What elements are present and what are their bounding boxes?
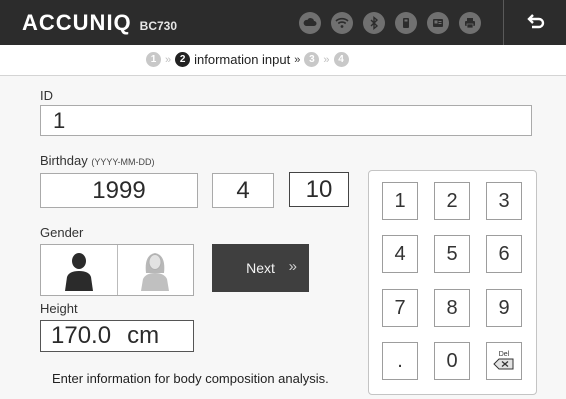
female-icon — [141, 253, 170, 291]
key-2[interactable]: 2 — [434, 182, 470, 220]
key-3[interactable]: 3 — [486, 182, 522, 220]
key-0[interactable]: 0 — [434, 342, 470, 380]
back-arrow-icon — [527, 13, 545, 28]
app-window: ACCUNIQ BC730 1 » 2 information input » … — [0, 0, 566, 399]
next-button[interactable]: Next » — [212, 244, 309, 292]
instruction-text: Enter information for body composition a… — [52, 371, 329, 386]
key-4[interactable]: 4 — [382, 235, 418, 273]
birthday-label-text: Birthday — [40, 153, 88, 168]
key-5[interactable]: 5 — [434, 235, 470, 273]
backspace-icon: Del — [493, 351, 514, 370]
height-field[interactable]: 170.0 cm — [40, 320, 194, 352]
step-4: 4 — [333, 52, 349, 67]
gender-selector — [40, 244, 194, 296]
gender-label: Gender — [40, 225, 84, 240]
height-label: Height — [40, 301, 78, 316]
wifi-icon — [328, 10, 355, 36]
printer-icon — [456, 10, 483, 36]
delete-key[interactable]: Del — [486, 342, 522, 380]
cloud-icon — [296, 10, 323, 36]
back-button[interactable] — [504, 0, 566, 45]
id-value: 1 — [53, 107, 66, 133]
birthday-label: Birthday (YYYY-MM-DD) — [40, 153, 155, 168]
step-separator: » — [165, 53, 172, 66]
status-icons — [296, 10, 488, 36]
step-2: 2 — [175, 52, 191, 67]
delete-key-label: Del — [499, 351, 510, 358]
birth-day-value: 10 — [305, 175, 333, 203]
height-unit: cm — [127, 322, 160, 349]
usb-memory-icon — [392, 10, 419, 36]
gender-female-button[interactable] — [116, 245, 194, 295]
key-6[interactable]: 6 — [486, 235, 522, 273]
numeric-keypad: 1 2 3 4 5 6 7 8 9 . 0 Del — [368, 170, 537, 395]
step-1: 1 — [146, 52, 161, 67]
key-decimal-point[interactable]: . — [382, 342, 418, 380]
next-button-label: Next — [246, 260, 275, 276]
key-8[interactable]: 8 — [434, 289, 470, 327]
birth-year-value: 1999 — [92, 176, 146, 204]
step-indicator: 1 » 2 information input » 3 » 4 — [0, 45, 566, 76]
birth-month-value: 4 — [236, 176, 250, 204]
brand: ACCUNIQ BC730 — [22, 10, 177, 36]
top-bar: ACCUNIQ BC730 — [0, 0, 566, 45]
birthday-format-hint: (YYYY-MM-DD) — [91, 157, 155, 167]
id-label: ID — [40, 88, 53, 103]
male-icon — [64, 253, 93, 291]
id-field[interactable]: 1 — [40, 105, 532, 136]
gender-male-button[interactable] — [41, 245, 117, 295]
birth-day-field[interactable]: 10 — [289, 172, 349, 207]
brand-name: ACCUNIQ — [22, 10, 132, 35]
device-model: BC730 — [139, 19, 178, 33]
key-7[interactable]: 7 — [382, 289, 418, 327]
birth-month-field[interactable]: 4 — [212, 173, 274, 208]
bluetooth-icon — [360, 10, 387, 36]
step-separator: » — [323, 53, 330, 66]
step-separator: » — [294, 53, 301, 66]
step-3: 3 — [304, 52, 320, 67]
current-step-label: information input — [194, 52, 291, 67]
id-card-icon — [424, 10, 451, 36]
height-value: 170.0 — [51, 322, 112, 349]
key-9[interactable]: 9 — [486, 289, 522, 327]
key-1[interactable]: 1 — [382, 182, 418, 220]
next-chevron-icon: » — [288, 258, 297, 275]
birth-year-field[interactable]: 1999 — [40, 173, 198, 208]
